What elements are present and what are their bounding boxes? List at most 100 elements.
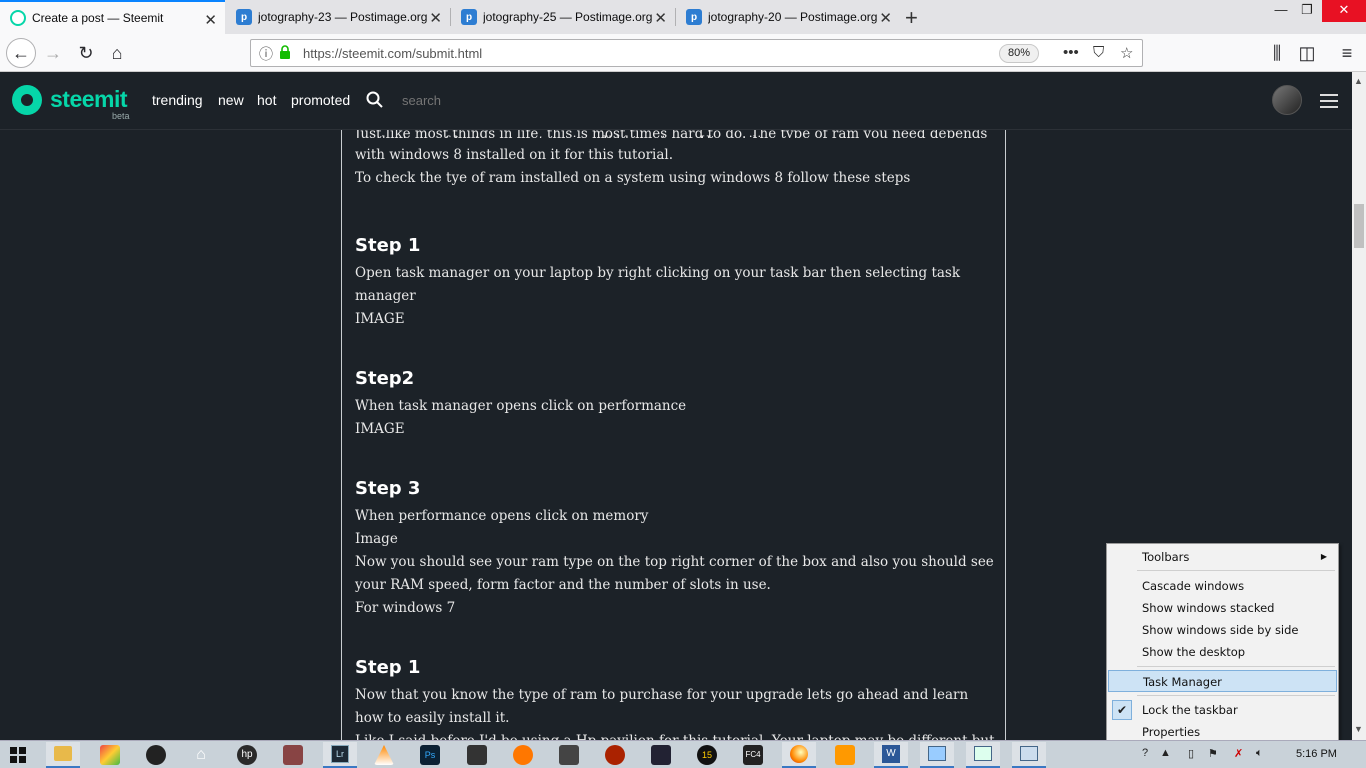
menu-item-task-manager[interactable]: Task Manager xyxy=(1108,670,1337,692)
nav-trending[interactable]: trending xyxy=(152,92,203,108)
taskbar-context-menu: Toolbars ▶ Cascade windows Show windows … xyxy=(1106,543,1339,744)
home-icon[interactable]: ⌂ xyxy=(191,745,211,765)
hp-icon[interactable]: hp xyxy=(237,745,257,765)
menu-separator xyxy=(1137,666,1335,667)
steemit-logo-text[interactable]: steemit xyxy=(50,86,128,113)
postimage-favicon-icon: p xyxy=(461,9,477,25)
beta-label: beta xyxy=(112,111,130,121)
flag-icon[interactable]: ⚑ xyxy=(1208,747,1218,760)
photoshop-icon[interactable]: Ps xyxy=(420,745,440,765)
reload-icon[interactable]: ↻ xyxy=(73,41,99,65)
windows-start-icon[interactable] xyxy=(10,747,26,763)
paragraph: For windows 7 xyxy=(355,600,456,616)
battery-icon[interactable]: ▯ xyxy=(1188,747,1194,760)
search-icon[interactable] xyxy=(366,91,384,109)
search-input[interactable] xyxy=(402,93,578,108)
menu-item-toolbars[interactable]: Toolbars ▶ xyxy=(1108,546,1337,568)
section-heading: Step 3 xyxy=(355,478,421,499)
word-icon[interactable]: W xyxy=(874,742,908,768)
user-avatar[interactable] xyxy=(1272,85,1302,115)
nav-promoted[interactable]: promoted xyxy=(291,92,350,108)
menu-item-show-windows-stacked[interactable]: Show windows stacked xyxy=(1108,597,1337,619)
show-hidden-icons-icon[interactable]: ▲ xyxy=(1160,747,1171,759)
close-tab-icon[interactable]: ✕ xyxy=(879,9,892,27)
lightroom-app-icon[interactable] xyxy=(100,745,120,765)
menu-separator xyxy=(1137,570,1335,571)
close-tab-icon[interactable]: ✕ xyxy=(204,11,217,29)
fc4-icon[interactable]: FC4 xyxy=(743,745,763,765)
window-icon[interactable] xyxy=(920,742,954,768)
uc-browser-icon[interactable] xyxy=(513,745,533,765)
close-tab-icon[interactable]: ✕ xyxy=(654,9,667,27)
steemit-logo-icon[interactable] xyxy=(12,85,42,115)
tab-title: jotography-20 — Postimage.org xyxy=(708,10,878,24)
paragraph: When performance opens click on memory xyxy=(355,508,649,524)
camera-app-icon[interactable] xyxy=(146,745,166,765)
restore-icon[interactable]: ❐ xyxy=(1288,0,1326,22)
new-tab-icon[interactable]: + xyxy=(905,5,918,31)
taskbar-clock[interactable]: 5:16 PM xyxy=(1296,748,1337,760)
page-scrollbar[interactable]: ▲ ▼ xyxy=(1352,72,1366,740)
menu-item-show-desktop[interactable]: Show the desktop xyxy=(1108,641,1337,663)
lightroom-icon[interactable]: Lr xyxy=(323,742,357,768)
window-close-icon[interactable]: ✕ xyxy=(1322,0,1366,22)
scroll-down-icon[interactable]: ▼ xyxy=(1354,724,1363,734)
paragraph: IMAGE xyxy=(355,421,405,437)
menu-item-cascade-windows[interactable]: Cascade windows xyxy=(1108,575,1337,597)
game5-icon[interactable] xyxy=(651,745,671,765)
page-actions-icon[interactable]: ••• xyxy=(1063,44,1079,61)
section-heading: Step 1 xyxy=(355,235,421,256)
pocket-icon[interactable]: ⛉ xyxy=(1093,44,1104,61)
menu-item-label: Lock the taskbar xyxy=(1142,703,1238,717)
volume-icon[interactable]: 🔈︎ xyxy=(1256,747,1263,760)
tab-create-post[interactable]: Create a post — Steemit ✕ xyxy=(0,0,225,34)
tab-title: jotography-25 — Postimage.org xyxy=(483,10,653,24)
network-icon[interactable]: ✗ xyxy=(1234,747,1243,760)
section-heading: Step2 xyxy=(355,368,415,389)
scroll-up-icon[interactable]: ▲ xyxy=(1354,76,1363,86)
bookmark-star-icon[interactable]: ☆ xyxy=(1120,44,1133,62)
url-text: https://steemit.com/submit.html xyxy=(303,46,483,61)
hamburger-menu-icon[interactable] xyxy=(1320,94,1338,108)
scroll-thumb[interactable] xyxy=(1354,204,1364,248)
lock-icon xyxy=(280,45,290,59)
menu-item-side-by-side[interactable]: Show windows side by side xyxy=(1108,619,1337,641)
nav-new[interactable]: new xyxy=(218,92,244,108)
clipped-paragraph: Just like most things in life, this is m… xyxy=(355,130,988,138)
post-preview: Just like most things in life, this is m… xyxy=(341,130,1006,740)
zoom-level-badge[interactable]: 80% xyxy=(999,44,1039,63)
paragraph: Open task manager on your laptop by righ… xyxy=(355,265,961,304)
game3-icon[interactable] xyxy=(559,745,579,765)
sidebar-icon[interactable]: ◫ xyxy=(1294,41,1320,65)
media-player-icon[interactable] xyxy=(835,745,855,765)
fifteen-icon[interactable]: 15 xyxy=(697,745,717,765)
postimage-favicon-icon: p xyxy=(236,9,252,25)
close-tab-icon[interactable]: ✕ xyxy=(429,9,442,27)
tab-jotography-25[interactable]: p jotography-25 — Postimage.org ✕ xyxy=(451,0,675,34)
tab-jotography-23[interactable]: p jotography-23 — Postimage.org ✕ xyxy=(226,0,450,34)
file-explorer-icon[interactable] xyxy=(46,742,80,768)
section-heading: Step 1 xyxy=(355,657,421,678)
forward-arrow-icon[interactable]: → xyxy=(40,41,66,65)
paragraph: Image xyxy=(355,531,398,547)
perf-icon[interactable] xyxy=(1012,742,1046,768)
paragraph: When task manager opens click on perform… xyxy=(355,398,687,414)
control-panel-icon[interactable] xyxy=(966,742,1000,768)
tab-jotography-20[interactable]: p jotography-20 — Postimage.org ✕ xyxy=(676,0,900,34)
menu-item-lock-taskbar[interactable]: ✔ Lock the taskbar xyxy=(1108,699,1337,721)
tab-title: Create a post — Steemit xyxy=(32,11,164,25)
game-icon[interactable] xyxy=(283,745,303,765)
home-icon[interactable]: ⌂ xyxy=(104,41,130,65)
url-bar[interactable]: ⓘ https://steemit.com/submit.html 80% ••… xyxy=(250,39,1143,67)
firefox-icon[interactable] xyxy=(782,742,816,768)
back-arrow-icon[interactable]: ← xyxy=(6,38,36,68)
vlc-icon[interactable] xyxy=(374,745,394,765)
game4-icon[interactable] xyxy=(605,745,625,765)
steemit-header: steemit beta trending new hot promoted xyxy=(0,72,1352,130)
help-icon[interactable]: ? xyxy=(1142,747,1148,759)
site-info-icon[interactable]: ⓘ xyxy=(259,44,273,64)
menu-icon[interactable]: ≡ xyxy=(1334,41,1360,65)
nav-hot[interactable]: hot xyxy=(257,92,276,108)
library-icon[interactable]: ⫼ xyxy=(1264,41,1290,65)
game2-icon[interactable] xyxy=(467,745,487,765)
